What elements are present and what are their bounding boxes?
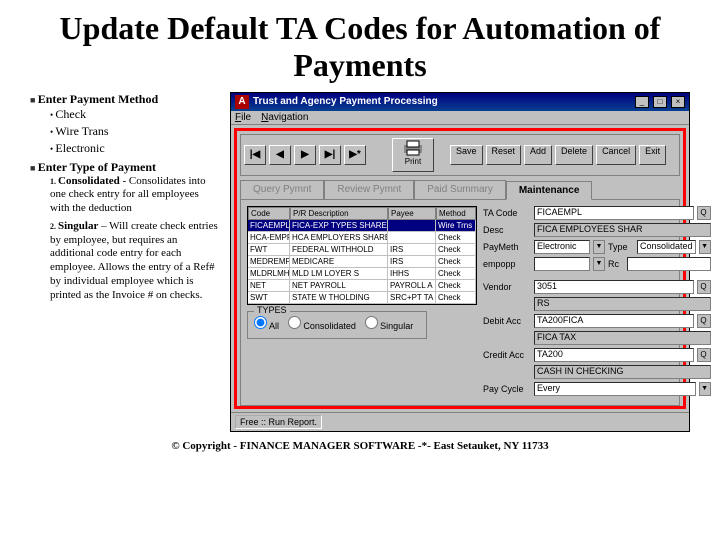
cancel-button[interactable]: Cancel (596, 145, 636, 165)
vendor-field[interactable]: 3051 (534, 280, 694, 294)
table-row[interactable]: SWTSTATE W THOLDINGSRC+PT TACheck (248, 292, 476, 304)
types-legend: TYPES (254, 305, 290, 315)
rc-field[interactable] (627, 257, 711, 271)
bullet-payment-method: Enter Payment Method (38, 92, 158, 106)
empopp-label: empopp (483, 259, 531, 269)
credit-field[interactable]: TA200 (534, 348, 694, 362)
desc-field: FICA EMPLOYEES SHAR (534, 223, 711, 237)
add-button[interactable]: Add (524, 145, 552, 165)
sub-electronic: Electronic (50, 141, 220, 156)
num-singular: 2.Singular – Will create check entries b… (50, 220, 220, 303)
type-dd-icon[interactable]: ▼ (699, 240, 711, 254)
vendor-name: RS (534, 297, 711, 311)
col-code[interactable]: Code (248, 207, 290, 220)
radio-singular[interactable]: Singular (365, 321, 414, 331)
debit-field[interactable]: TA200FICA (534, 314, 694, 328)
radio-all[interactable]: All (254, 321, 279, 331)
vendor-lookup[interactable]: Q (697, 280, 711, 294)
debit-name: FICA TAX (534, 331, 711, 345)
type-label: Type (608, 242, 634, 252)
copyright: © Copyright - FINANCE MANAGER SOFTWARE -… (30, 440, 690, 452)
app-icon: A (235, 95, 249, 109)
detail-form: TA Code FICAEMPL Q Desc FICA EMPLOYEES S… (483, 206, 711, 399)
print-button[interactable]: Print (392, 138, 434, 172)
save-button[interactable]: Save (450, 145, 483, 165)
reset-button[interactable]: Reset (486, 145, 522, 165)
sub-check: Check (50, 107, 220, 122)
col-desc[interactable]: P/R Description (290, 207, 388, 220)
type-select[interactable]: Consolidated (637, 240, 696, 254)
codes-grid[interactable]: Code P/R Description Payee Method FICAEM… (247, 206, 477, 305)
debit-label: Debit Acc (483, 316, 531, 326)
col-payee[interactable]: Payee (388, 207, 436, 220)
ta-code-lookup[interactable]: Q (697, 206, 711, 220)
menu-navigation[interactable]: Navigation (261, 112, 308, 123)
titlebar[interactable]: A Trust and Agency Payment Processing _ … (231, 93, 689, 111)
app-window: A Trust and Agency Payment Processing _ … (230, 92, 690, 432)
empopp-dd-icon[interactable]: ▼ (593, 257, 605, 271)
delete-button[interactable]: Delete (555, 145, 593, 165)
credit-label: Credit Acc (483, 350, 531, 360)
paycycle-select[interactable]: Every (534, 382, 696, 396)
bullet-type-of-payment: Enter Type of Payment (38, 160, 156, 174)
menu-file[interactable]: File (235, 112, 251, 123)
rc-label: Rc (608, 259, 624, 269)
paycycle-dd-icon[interactable]: ▼ (699, 382, 711, 396)
types-group: TYPES All Consolidated Singular (247, 311, 427, 339)
nav-prev[interactable]: ◀ (269, 145, 291, 165)
nav-first[interactable]: |◀ (244, 145, 266, 165)
nav-new[interactable]: ▶* (344, 145, 366, 165)
ta-code-field[interactable]: FICAEMPL (534, 206, 694, 220)
table-row[interactable]: HCA-EMPRHCA EMPLOYERS SHARESCheck (248, 232, 476, 244)
ta-code-label: TA Code (483, 208, 531, 218)
table-row[interactable]: MEDREMPLMEDICAREIRSCheck (248, 256, 476, 268)
credit-name: CASH IN CHECKING (534, 365, 711, 379)
toolbar: |◀ ◀ ▶ ▶| ▶* Print Save Reset Add (240, 134, 680, 176)
table-row[interactable]: NETNET PAYROLLPAYROLL ACheck (248, 280, 476, 292)
tab-maintenance[interactable]: Maintenance (506, 181, 593, 200)
debit-lookup[interactable]: Q (697, 314, 711, 328)
tab-body: Code P/R Description Payee Method FICAEM… (240, 199, 680, 406)
menubar: File Navigation (231, 111, 689, 125)
slide-bullets: Enter Payment Method Check Wire Trans El… (30, 92, 220, 432)
content-frame: |◀ ◀ ▶ ▶| ▶* Print Save Reset Add (234, 128, 686, 409)
vendor-label: Vendor (483, 282, 531, 292)
tab-review[interactable]: Review Pymnt (324, 180, 414, 199)
table-row[interactable]: FICAEMPLFICA-EXP TYPES SHARESWire Trns (248, 220, 476, 232)
tab-paid-summary[interactable]: Paid Summary (414, 180, 506, 199)
exit-button[interactable]: Exit (639, 145, 666, 165)
close-button[interactable]: × (671, 96, 685, 108)
tabstrip: Query Pymnt Review Pymnt Paid Summary Ma… (240, 180, 680, 199)
sub-wire: Wire Trans (50, 124, 220, 139)
nav-next[interactable]: ▶ (294, 145, 316, 165)
minimize-button[interactable]: _ (635, 96, 649, 108)
paymeth-label: PayMeth (483, 242, 531, 252)
credit-lookup[interactable]: Q (697, 348, 711, 362)
table-row[interactable]: MLDRLMHLMLD LM LOYER SIHHSCheck (248, 268, 476, 280)
col-method[interactable]: Method (436, 207, 476, 220)
statusbar: Free :: Run Report. (231, 412, 689, 431)
tab-query[interactable]: Query Pymnt (240, 180, 324, 199)
window-title: Trust and Agency Payment Processing (253, 96, 631, 107)
nav-last[interactable]: ▶| (319, 145, 341, 165)
table-row[interactable]: FWTFEDERAL WITHHOLDIRSCheck (248, 244, 476, 256)
num-consolidated: 1.Consolidated - Consolidates into one c… (50, 175, 220, 216)
radio-consolidated[interactable]: Consolidated (288, 321, 356, 331)
desc-label: Desc (483, 225, 531, 235)
paycycle-label: Pay Cycle (483, 384, 531, 394)
paymeth-select[interactable]: Electronic (534, 240, 590, 254)
slide-title: Update Default TA Codes for Automation o… (30, 10, 690, 84)
empopp-select[interactable] (534, 257, 590, 271)
maximize-button[interactable]: □ (653, 96, 667, 108)
status-text: Free :: Run Report. (235, 415, 322, 429)
paymeth-dd-icon[interactable]: ▼ (593, 240, 605, 254)
